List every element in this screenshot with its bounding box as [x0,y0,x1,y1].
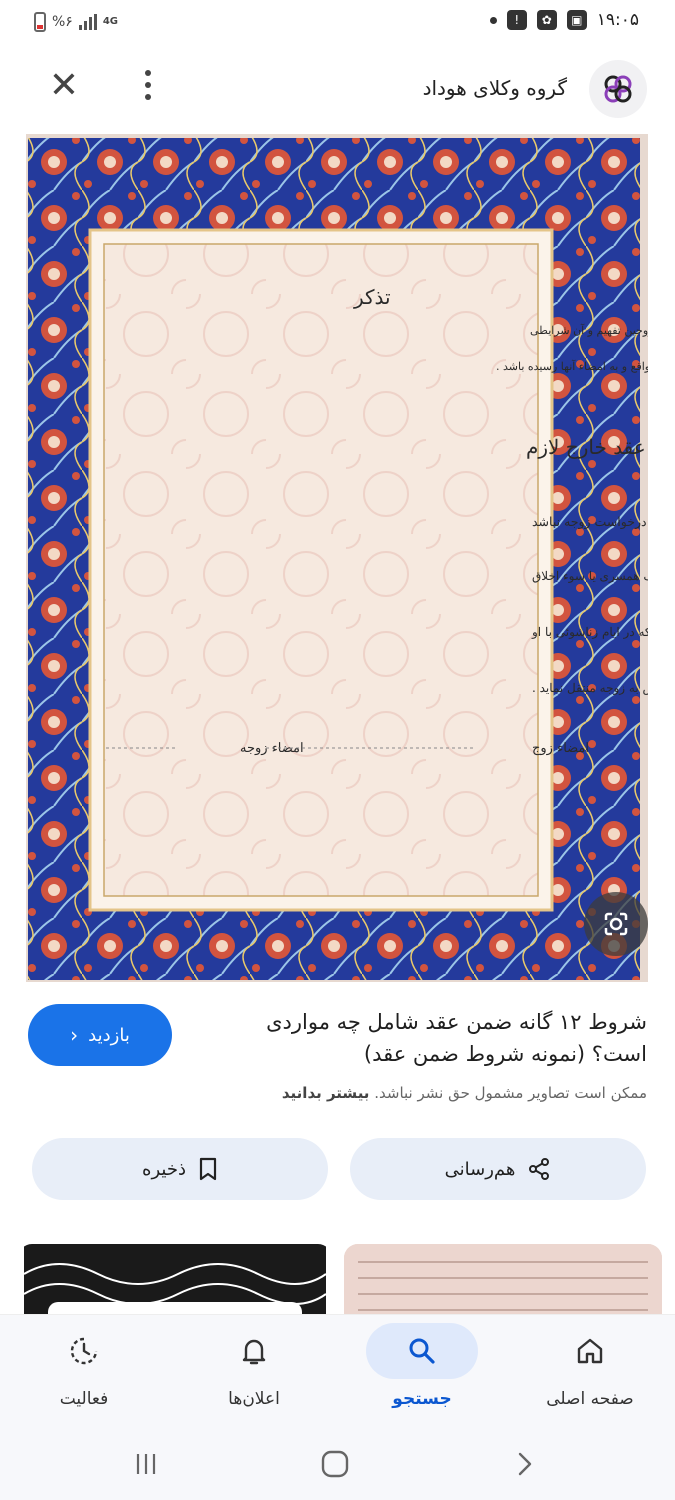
doc-clause-line-1: ان ضمن عقد نکاح زوجه شرط نمود هرگاه طلاق… [532,514,648,530]
doc-intro-line-1: سردفتر ازدواج مکلف است شرایط مذکور در ای… [530,324,648,337]
status-time: ۱۹:۰۵ [596,10,639,30]
save-button[interactable]: ذخیره [32,1138,328,1200]
doc-signature-wife: امضاء زوجه [240,741,304,756]
doc-intro-line-2: مشترک است که مورد توافق زوجین واقع و به … [496,360,648,373]
result-image[interactable]: تذکر سردفتر ازدواج مکلف است شرایط مذکور … [26,134,648,982]
status-bar: %۶ 4G ! ✿ ▣ ۱۹:۰۵ [0,0,675,50]
hoodad-logo-icon[interactable] [589,60,647,118]
gallery-icon: ▣ [566,10,587,30]
doc-heading: تذکر [353,285,391,309]
battery-percent: %۶ [52,14,73,30]
related-image-thumbnail-1[interactable] [18,1244,332,1324]
nav-home[interactable]: صفحه اصلی [510,1315,670,1431]
home-button-icon[interactable] [313,1444,357,1484]
notification-dot-icon [489,16,497,24]
copyright-notice: ممکن است تصاویر مشمول حق نشر نباشد. بیشت… [281,1084,647,1102]
battery-icon [34,12,46,32]
learn-more-link[interactable]: بیشتر بدانید [282,1084,370,1102]
home-icon [577,1338,603,1364]
share-icon [529,1158,550,1180]
nav-search[interactable]: جستجو [342,1315,502,1431]
status-right: ! ✿ ▣ ۱۹:۰۵ [489,10,639,30]
visit-label: بازدید [88,1024,130,1046]
bookmark-icon [199,1157,217,1181]
network-type: 4G [102,16,118,27]
recent-apps-icon[interactable] [124,1444,168,1484]
save-label: ذخیره [142,1158,186,1180]
share-button[interactable]: هم‌رسانی [350,1138,646,1200]
system-navigation-bar [0,1430,675,1500]
doc-signature-husband: امضاء زوج [532,741,589,756]
header: ✕ گروه وکلای هوداد [0,52,675,126]
more-vert-icon[interactable] [138,70,158,110]
activity-icon [70,1337,98,1365]
related-image-thumbnail-2[interactable] [344,1244,662,1324]
close-icon[interactable]: ✕ [44,68,84,108]
signal-icon [78,14,97,30]
nav-activity[interactable]: فعالیت [4,1315,164,1431]
site-name[interactable]: گروه وکلای هوداد [423,76,567,100]
doc-subheading: شرایط ضمن عقد یا عقد خارج لازم [526,435,648,459]
lens-icon[interactable] [584,892,648,956]
alert-icon: ! [506,10,527,30]
app-notification-icon: ✿ [536,10,557,30]
doc-clause-line-2: و طبق تشخیص دادگاه تقاضای طلاق ناشی از ت… [532,569,648,583]
nav-notifications[interactable]: اعلان‌ها [174,1315,334,1431]
chevron-left-icon: ‹ [70,1023,79,1047]
bottom-navigation: صفحه اصلی جستجو اعلان‌ها فعالیت [0,1314,675,1430]
bell-icon [242,1339,266,1365]
back-icon[interactable] [502,1444,546,1484]
result-title[interactable]: شروط ۱۲ گانه ضمن عقد شامل چه مواردی است؟… [207,1006,647,1070]
share-label: هم‌رسانی [444,1158,516,1180]
visit-button[interactable]: بازدید ‹ [28,1004,172,1066]
status-left: %۶ 4G [34,12,118,32]
doc-clause-line-4: بدست آورده یا معادل آن را طبق نظر دادگاه… [532,680,648,695]
search-icon [409,1338,435,1364]
doc-clause-line-3: و رفتار وی نبوده زوج موظف است تا نصف دار… [531,625,648,639]
